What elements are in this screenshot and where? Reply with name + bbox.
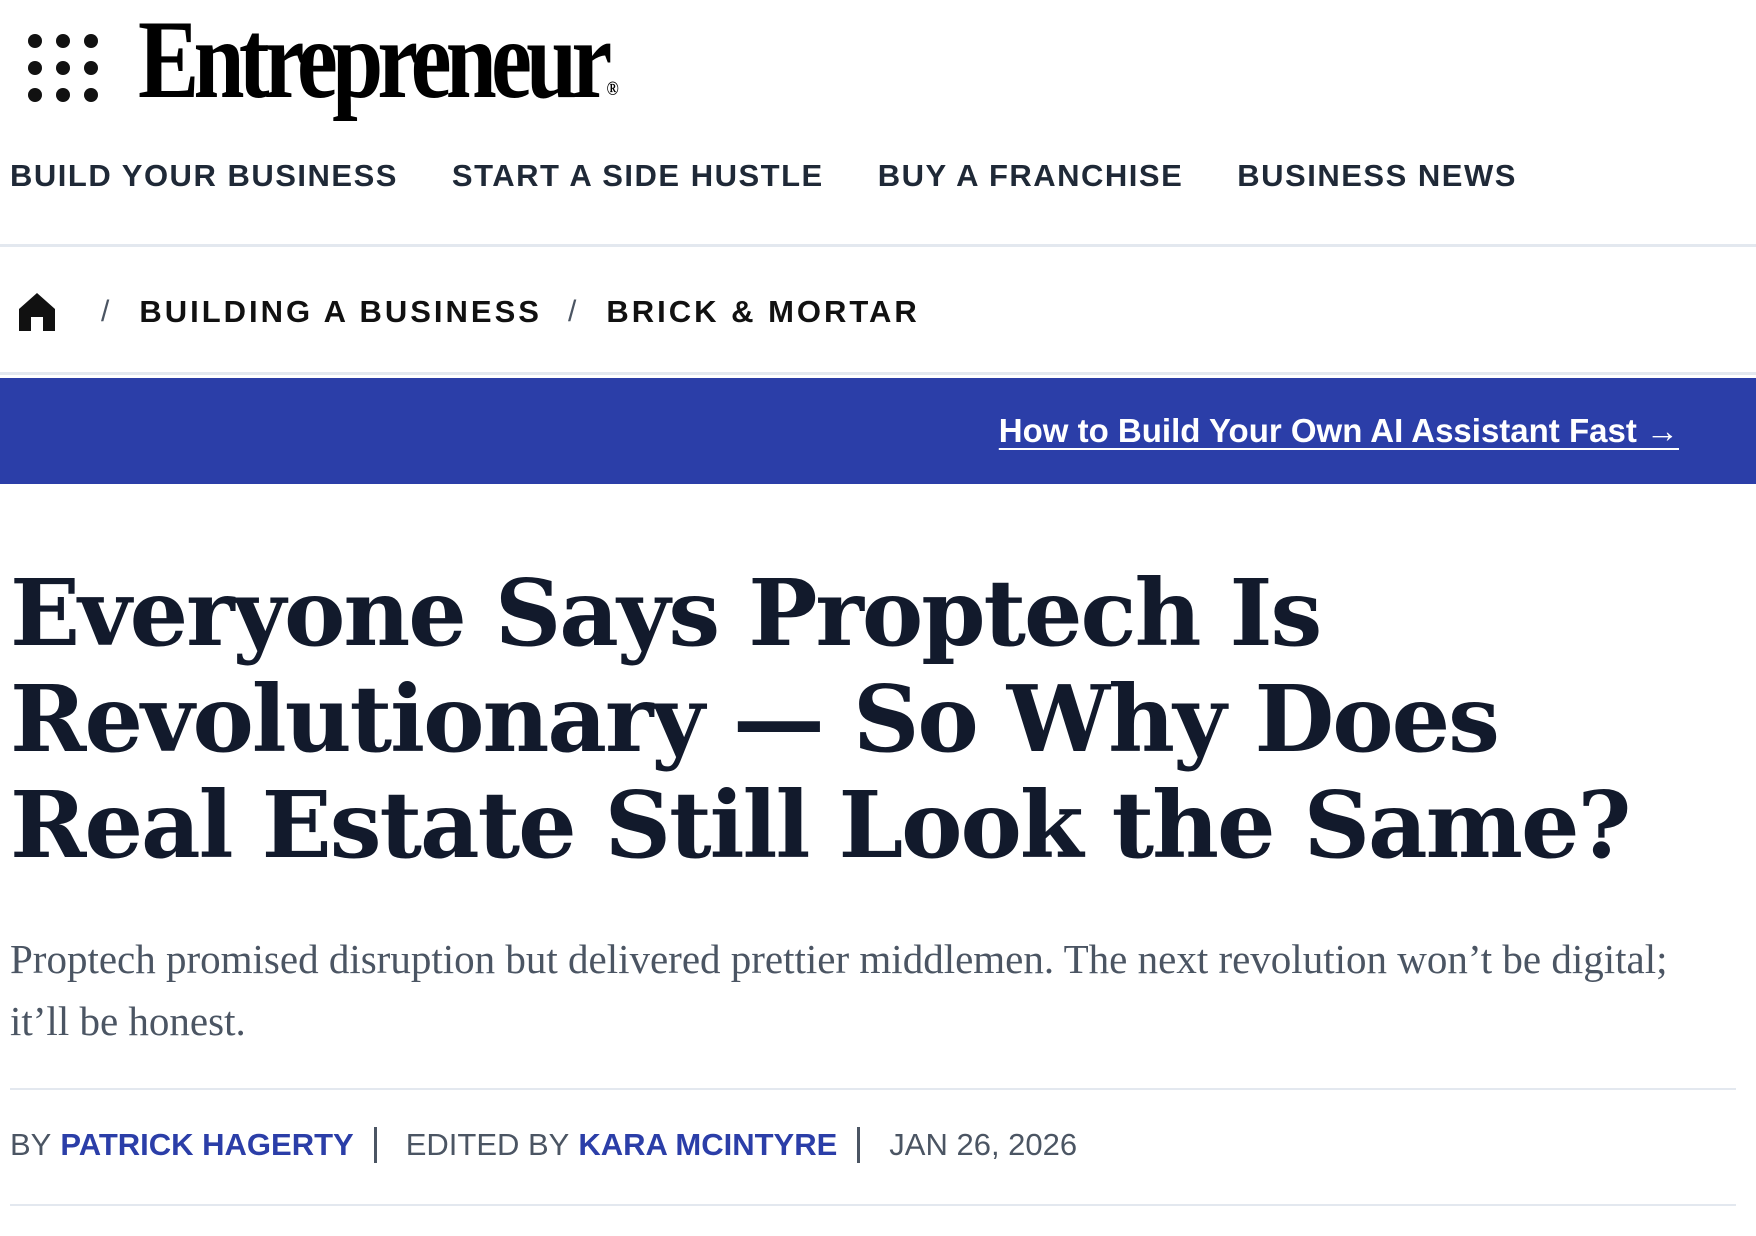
breadcrumb-separator: / <box>567 295 577 328</box>
nav-business-news[interactable]: BUSINESS NEWS <box>1237 158 1517 194</box>
promo-banner: How to Build Your Own AI Assistant Fast … <box>0 378 1756 484</box>
registered-mark: ® <box>606 78 619 100</box>
byline-edited-label: EDITED BY <box>405 1127 570 1162</box>
byline-divider <box>373 1127 377 1163</box>
byline-divider <box>857 1127 861 1163</box>
dek-divider <box>10 1088 1736 1090</box>
byline-divider-bottom <box>10 1204 1736 1206</box>
publish-date: JAN 26, 2026 <box>889 1127 1078 1162</box>
logo-text: Entrepreneur <box>138 0 612 122</box>
editor-link[interactable]: KARA MCINTYRE <box>578 1127 837 1163</box>
site-header: Entrepreneur® BUILD YOUR BUSINESS START … <box>0 0 1756 248</box>
header-divider <box>0 244 1756 247</box>
breadcrumb: / BUILDING A BUSINESS / BRICK & MORTAR <box>17 290 920 334</box>
grid-dots-icon[interactable] <box>27 32 99 104</box>
site-logo[interactable]: Entrepreneur® <box>138 0 619 149</box>
breadcrumb-brick-and-mortar[interactable]: BRICK & MORTAR <box>606 294 920 330</box>
main-nav: BUILD YOUR BUSINESS START A SIDE HUSTLE … <box>10 158 1571 194</box>
nav-buy-a-franchise[interactable]: BUY A FRANCHISE <box>878 158 1184 194</box>
breadcrumb-separator: / <box>101 295 110 328</box>
breadcrumb-divider <box>0 372 1756 375</box>
breadcrumb-building-a-business[interactable]: BUILDING A BUSINESS <box>139 294 542 330</box>
promo-link[interactable]: How to Build Your Own AI Assistant Fast … <box>999 412 1679 450</box>
home-icon[interactable] <box>17 291 57 333</box>
article-dek: Proptech promised disruption but deliver… <box>10 936 1668 1044</box>
nav-build-your-business[interactable]: BUILD YOUR BUSINESS <box>10 158 398 194</box>
byline-by-label: BY <box>10 1127 52 1162</box>
author-link[interactable]: PATRICK HAGERTY <box>60 1127 353 1163</box>
nav-start-a-side-hustle[interactable]: START A SIDE HUSTLE <box>452 158 824 194</box>
article-headline: Everyone Says Proptech Is Revolutionary … <box>10 559 1631 879</box>
article-byline: BY PATRICK HAGERTY EDITED BY KARA MCINTY… <box>10 1127 1077 1163</box>
